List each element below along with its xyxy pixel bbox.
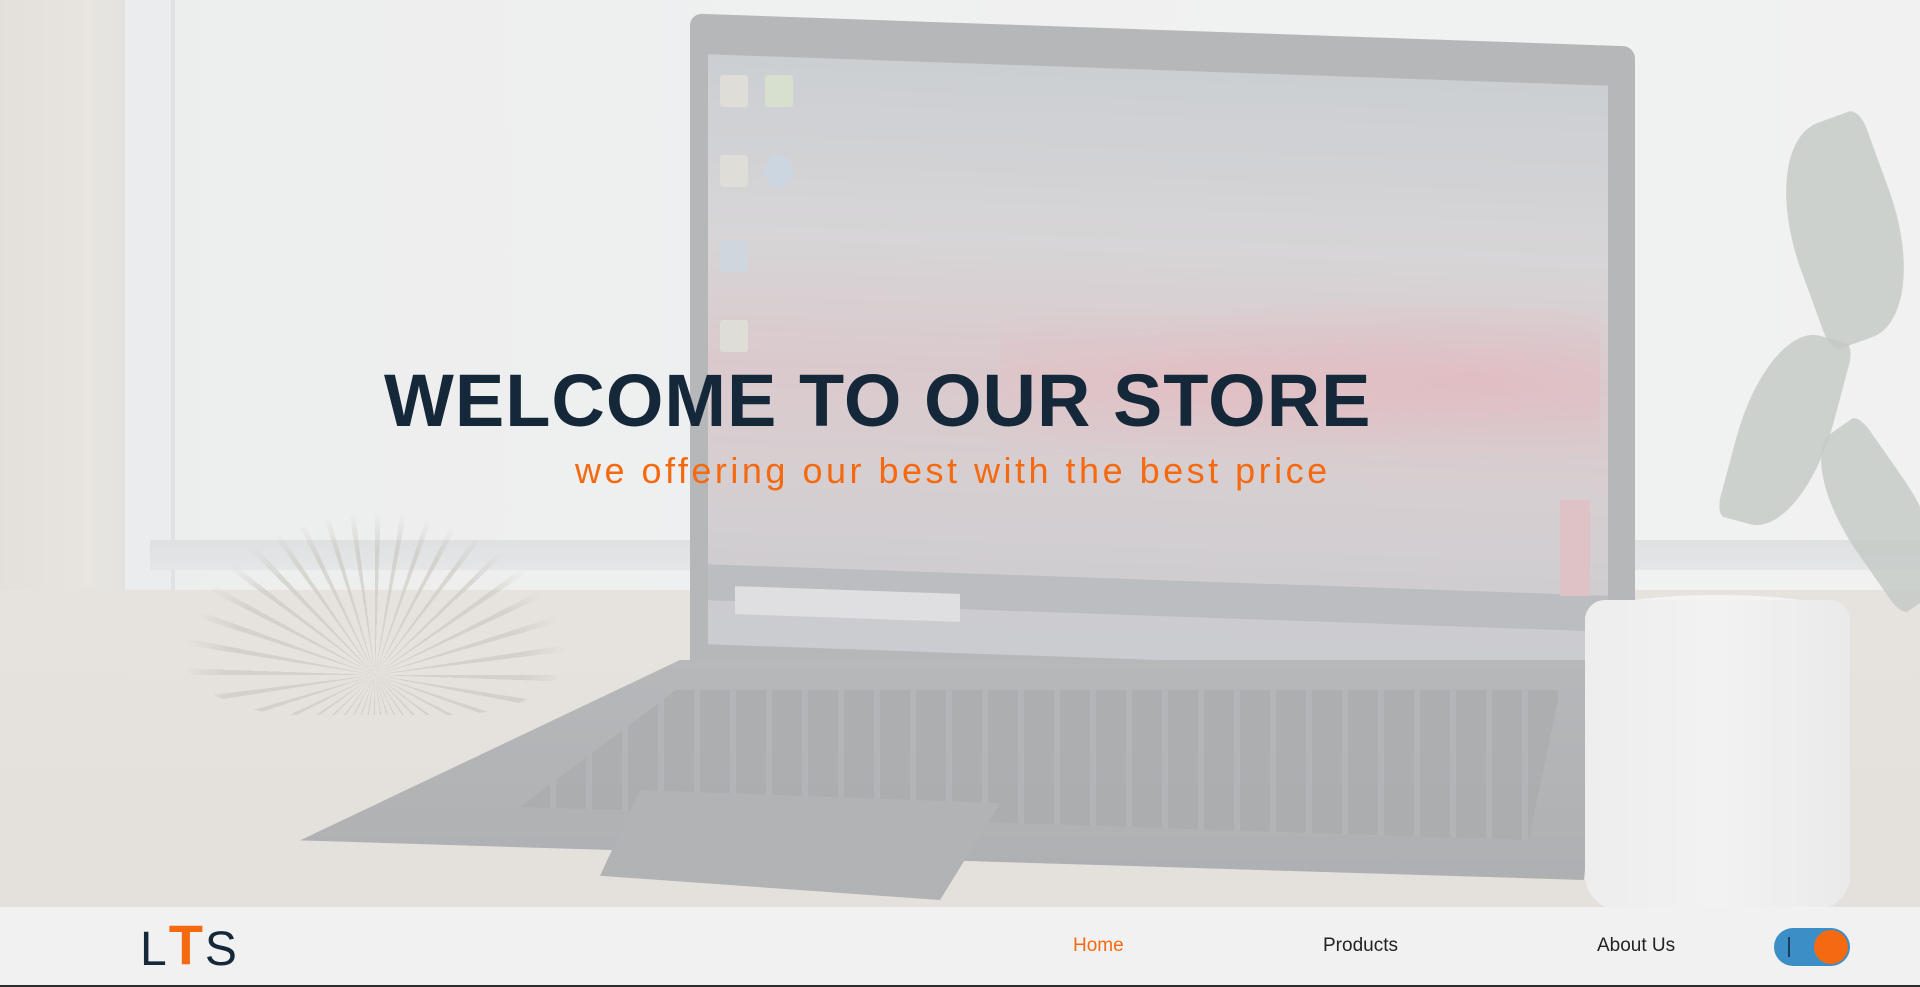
hero-section: WELCOME TO OUR STORE we offering our bes… [0,0,1920,907]
hero-title: WELCOME TO OUR STORE [384,359,1372,442]
logo-letter-middle: T [168,913,205,976]
site-logo[interactable]: L T S [140,913,239,977]
theme-toggle[interactable] [1774,928,1850,966]
nav-link-home[interactable]: Home [1073,935,1124,957]
nav-link-about-us[interactable]: About Us [1597,935,1675,957]
hero-subtitle: we offering our best with the best price [575,450,1331,491]
logo-letter-first: L [140,923,169,976]
nav-link-products[interactable]: Products [1323,935,1398,957]
logo-letter-last: S [204,923,239,976]
navbar: L T S Home Products About Us [0,907,1920,985]
theme-toggle-icon [1788,937,1790,957]
toggle-knob [1814,930,1848,964]
